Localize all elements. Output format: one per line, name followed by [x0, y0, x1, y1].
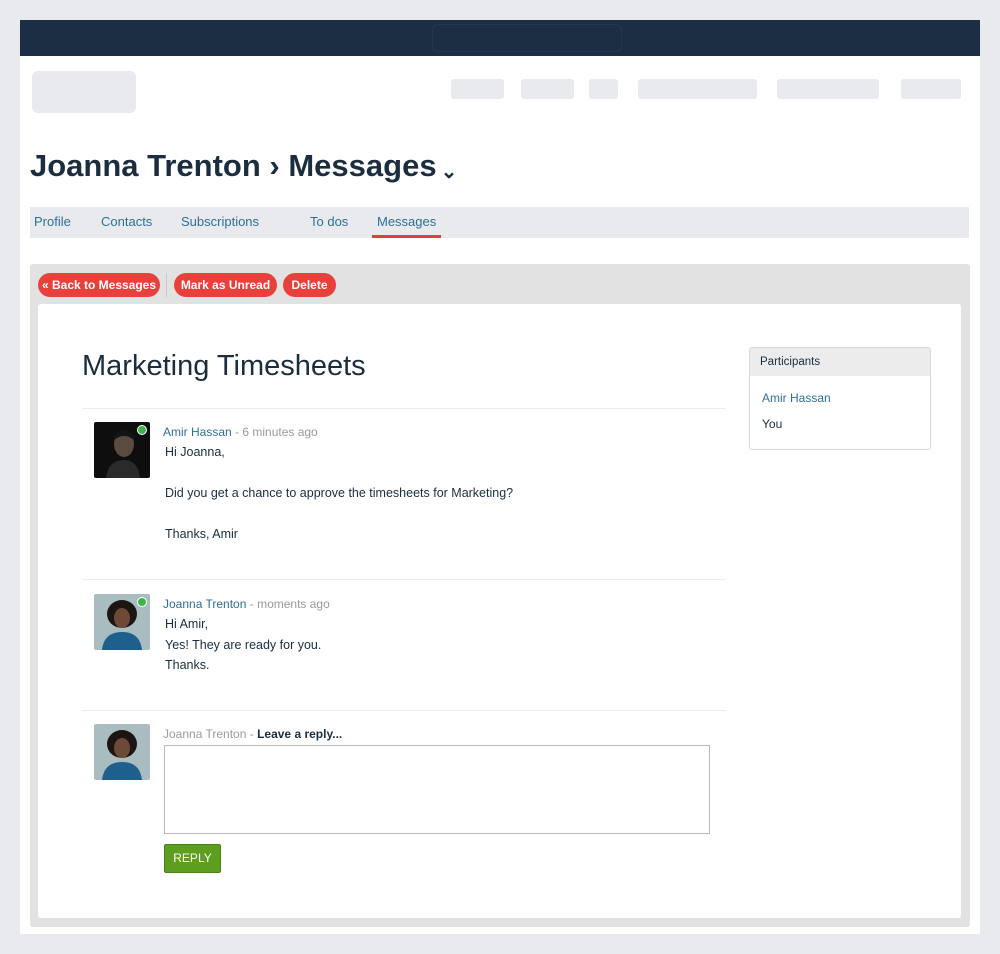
app-frame: Joanna Trenton › Messages ⌄ Profile Conta…: [20, 20, 980, 934]
message-line: Thanks.: [165, 658, 210, 672]
participants-header: Participants: [750, 348, 930, 376]
nav-placeholder-2[interactable]: [521, 79, 574, 99]
divider: [82, 579, 726, 580]
nav-placeholder-1[interactable]: [451, 79, 504, 99]
delete-button[interactable]: Delete: [283, 273, 336, 297]
thread-card: Marketing Timesheets Amir Hassan - 6 min…: [38, 304, 961, 918]
message-line: Did you get a chance to approve the time…: [165, 486, 514, 500]
nav-placeholder-6[interactable]: [901, 79, 961, 99]
message-line: Yes! They are ready for you.: [165, 638, 322, 652]
message-meta: Amir Hassan - 6 minutes ago: [163, 425, 318, 439]
toolbar-divider: [166, 273, 167, 297]
tab-messages[interactable]: Messages: [372, 207, 442, 238]
message-line: Hi Amir,: [165, 617, 209, 631]
top-bar-placeholder: [432, 24, 622, 52]
nav-placeholder-3[interactable]: [589, 79, 618, 99]
back-to-messages-button[interactable]: « Back to Messages: [38, 273, 160, 297]
message-author[interactable]: Joanna Trenton: [163, 597, 246, 611]
thread-subject: Marketing Timesheets: [82, 350, 366, 382]
message-time: - 6 minutes ago: [231, 425, 318, 439]
avatar-amir[interactable]: [94, 422, 150, 478]
avatar-joanna[interactable]: [94, 594, 150, 650]
participants-panel: Participants Amir Hassan You: [749, 347, 931, 450]
online-indicator: [137, 597, 147, 607]
avatar-reply-user: [94, 724, 150, 780]
page-title[interactable]: Joanna Trenton › Messages ⌄: [30, 148, 457, 184]
message-meta: Joanna Trenton - moments ago: [163, 597, 330, 611]
reply-button[interactable]: REPLY: [164, 844, 221, 873]
online-indicator: [137, 425, 147, 435]
chevron-down-icon[interactable]: ⌄: [441, 161, 458, 183]
tab-profile[interactable]: Profile: [34, 207, 71, 238]
divider: [82, 710, 726, 711]
profile-tabs: Profile Contacts Subscriptions To dos Me…: [30, 207, 969, 238]
joanna-photo: [94, 724, 150, 780]
message-panel: « Back to Messages Mark as Unread Delete…: [30, 264, 970, 927]
nav-placeholder-5[interactable]: [777, 79, 879, 99]
tab-contacts[interactable]: Contacts: [101, 207, 152, 238]
mark-as-unread-button[interactable]: Mark as Unread: [174, 273, 277, 297]
reply-separator: -: [246, 727, 258, 741]
participant-self: You: [762, 417, 783, 431]
reply-textarea[interactable]: [164, 745, 710, 834]
message-line: Thanks, Amir: [165, 527, 238, 541]
nav-placeholder-4[interactable]: [638, 79, 757, 99]
message-author[interactable]: Amir Hassan: [163, 425, 232, 439]
message-line: Hi Joanna,: [165, 445, 225, 459]
participant-link[interactable]: Amir Hassan: [762, 391, 831, 405]
tab-subscriptions[interactable]: Subscriptions: [181, 207, 259, 238]
logo-placeholder: [32, 71, 136, 113]
divider: [82, 408, 726, 409]
reply-meta: Joanna Trenton - Leave a reply...: [163, 727, 342, 741]
page-title-text: Joanna Trenton › Messages: [30, 148, 437, 183]
tab-todos[interactable]: To dos: [310, 207, 348, 238]
reply-prompt: Leave a reply...: [257, 727, 343, 741]
reply-author: Joanna Trenton: [163, 727, 247, 741]
message-time: - moments ago: [246, 597, 330, 611]
top-bar: [20, 20, 980, 56]
